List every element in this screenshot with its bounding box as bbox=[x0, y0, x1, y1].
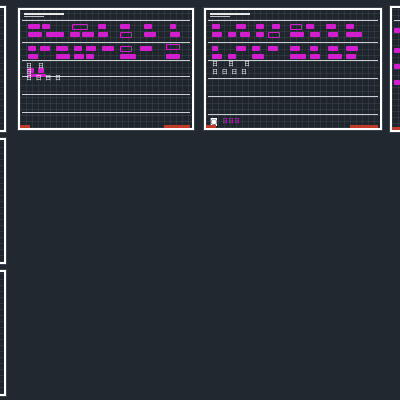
sheet-5-frame bbox=[0, 140, 4, 262]
sheet-3-label: 日 bbox=[212, 61, 219, 68]
sheet-2-frame bbox=[20, 10, 192, 128]
sheet-2-title-bar bbox=[24, 13, 64, 15]
sheet-3-title-bar bbox=[210, 13, 250, 15]
sheet-3-label: 日 bbox=[228, 61, 235, 68]
sheet-4-frame bbox=[392, 8, 400, 130]
sheet-3-label: 日 bbox=[244, 61, 251, 68]
drawing-sheet-1[interactable] bbox=[0, 6, 6, 132]
drawing-sheet-6[interactable] bbox=[0, 270, 6, 396]
drawing-sheet-4[interactable] bbox=[390, 6, 400, 132]
sheet-3-logo-text: 日日日 bbox=[222, 118, 241, 125]
sheet-1-frame bbox=[0, 8, 4, 130]
sheet-3-label-row: 日 日 日 日 bbox=[212, 69, 247, 76]
sheet-3-frame: 日 日 日 日 日 日 日 ◙ 日日日 bbox=[206, 10, 380, 128]
drawing-sheet-2[interactable] bbox=[18, 8, 194, 130]
model-space-canvas[interactable]: 日 日 日 日 日 日 日 ◙ 日日日 日 日 日 日 日 日 日 bbox=[0, 0, 400, 400]
drawing-sheet-5[interactable] bbox=[0, 138, 6, 264]
sheet-2-label-row: 日 日 日 日 bbox=[26, 75, 61, 82]
sheet-6-frame bbox=[0, 272, 4, 394]
sheet-2-label: 日 bbox=[38, 63, 45, 70]
drawing-sheet-3[interactable]: 日 日 日 日 日 日 日 ◙ 日日日 bbox=[204, 8, 382, 130]
